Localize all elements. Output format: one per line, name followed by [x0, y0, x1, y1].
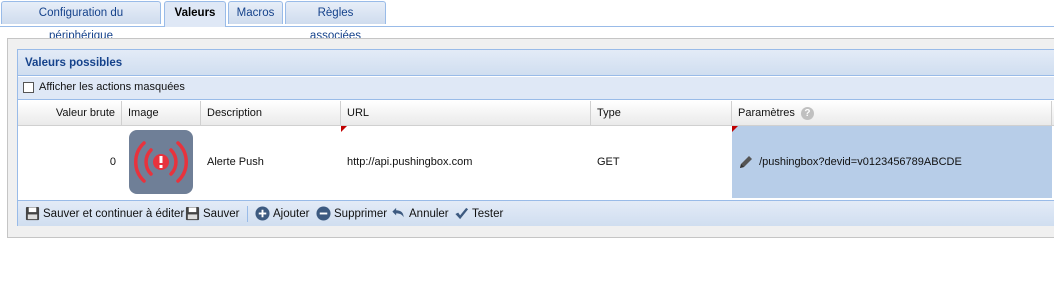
- tab-macros[interactable]: Macros: [228, 1, 283, 24]
- test-label: Tester: [472, 208, 504, 220]
- grid-toolbar: Sauver et continuer à éditer Sauver Ajou…: [18, 200, 1054, 226]
- save-continue-label: Sauver et continuer à éditer: [43, 208, 185, 220]
- show-hidden-label[interactable]: Afficher les actions masquées: [39, 81, 185, 93]
- show-hidden-row: Afficher les actions masquées: [18, 77, 1054, 100]
- cancel-label: Annuler: [409, 208, 449, 220]
- column-header-raw-value[interactable]: Valeur brute: [18, 101, 122, 125]
- cell-url[interactable]: http://api.pushingbox.com: [341, 126, 591, 198]
- modified-marker: [732, 126, 738, 132]
- delete-label: Supprimer: [334, 208, 388, 220]
- test-button[interactable]: Tester: [454, 205, 503, 223]
- minus-circle-icon: [316, 206, 331, 221]
- floppy-icon: [185, 207, 200, 221]
- pencil-icon[interactable]: [738, 154, 754, 170]
- save-continue-button[interactable]: Sauver et continuer à éditer: [25, 205, 184, 223]
- cell-params[interactable]: /pushingbox?devid=v0123456789ABCDE: [732, 126, 1052, 198]
- modified-marker: [341, 126, 347, 132]
- toolbar-separator: [247, 206, 248, 222]
- cell-url-text: http://api.pushingbox.com: [347, 156, 473, 168]
- cell-type[interactable]: GET: [591, 126, 732, 198]
- alert-broadcast-icon: [129, 130, 193, 194]
- table-row[interactable]: 0 Alerte Push http://api.pushingbox.com …: [18, 126, 1054, 198]
- tab-device-configuration[interactable]: Configuration du périphérique: [1, 1, 161, 42]
- panel-title: Valeurs possibles: [18, 50, 1054, 76]
- help-icon[interactable]: ?: [800, 106, 814, 120]
- column-header-description[interactable]: Description: [201, 101, 341, 125]
- column-header-image[interactable]: Image: [122, 101, 201, 125]
- delete-button[interactable]: Supprimer: [316, 205, 387, 223]
- save-button[interactable]: Sauver: [185, 205, 239, 223]
- column-header-url[interactable]: URL: [341, 101, 591, 125]
- checkmark-icon: [455, 208, 469, 220]
- column-header-params-label: Paramètres: [738, 107, 795, 119]
- add-button[interactable]: Ajouter: [255, 205, 309, 223]
- cancel-button[interactable]: Annuler: [390, 205, 449, 223]
- plus-circle-icon: [255, 206, 270, 221]
- tab-bar: Configuration du périphérique Valeurs Ma…: [0, 0, 1054, 42]
- undo-icon: [392, 208, 404, 218]
- cell-params-text: /pushingbox?devid=v0123456789ABCDE: [759, 156, 962, 168]
- values-panel: Valeurs possibles Afficher les actions m…: [17, 49, 1054, 226]
- tab-values[interactable]: Valeurs: [164, 1, 226, 27]
- show-hidden-checkbox[interactable]: [23, 82, 34, 93]
- add-label: Ajouter: [273, 208, 310, 220]
- grid-header: Valeur brute Image Description URL Type …: [18, 101, 1054, 126]
- tab-associated-rules[interactable]: Règles associées: [285, 1, 386, 42]
- floppy-icon: [25, 207, 40, 221]
- cell-raw-value[interactable]: 0: [18, 126, 122, 198]
- cell-description[interactable]: Alerte Push: [201, 126, 341, 198]
- save-label: Sauver: [203, 208, 240, 220]
- column-header-type[interactable]: Type: [591, 101, 732, 125]
- cell-image[interactable]: [122, 126, 201, 198]
- column-header-params[interactable]: Paramètres ?: [732, 101, 1052, 125]
